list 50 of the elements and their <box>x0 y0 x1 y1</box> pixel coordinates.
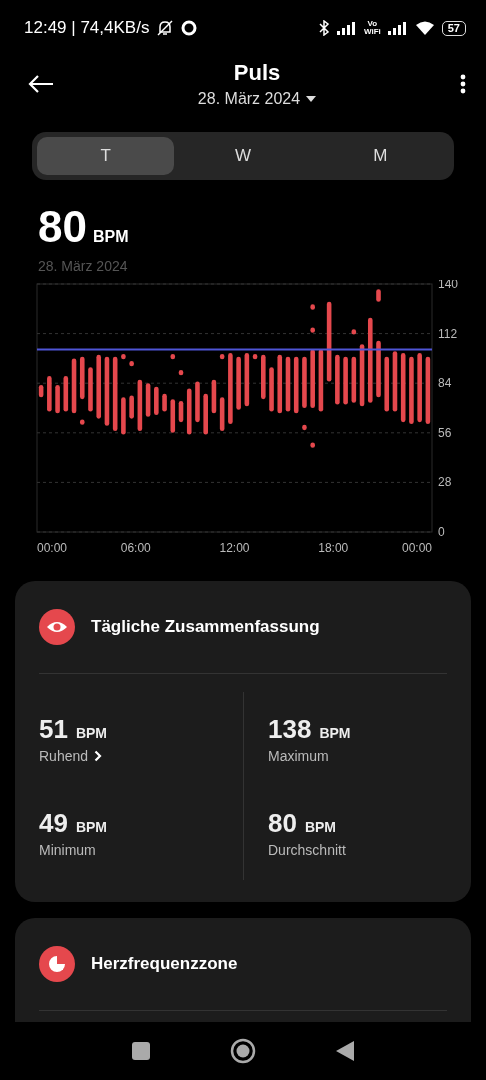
y-axis-label: 140 <box>438 280 459 291</box>
date-selector[interactable]: 28. März 2024 <box>197 90 317 108</box>
chevron-icon <box>94 750 103 762</box>
stat-label: Durchschnitt <box>268 842 347 858</box>
measurement-date: 28. März 2024 <box>38 258 129 274</box>
back-button[interactable] <box>28 75 54 93</box>
stat-link[interactable]: Ruhend <box>39 748 243 764</box>
x-axis-label: 18:00 <box>318 541 349 555</box>
signal-icon <box>336 21 357 35</box>
back-nav-button[interactable] <box>336 1041 354 1061</box>
card-title: Herzfrequenzzone <box>91 954 238 974</box>
ring-icon <box>181 20 198 36</box>
stat-unit: BPM <box>304 819 337 835</box>
stat-unit: BPM <box>319 725 351 741</box>
home-button[interactable] <box>230 1038 256 1064</box>
stat-label: Maximum <box>268 748 330 764</box>
x-axis-label: 12:00 <box>219 541 250 555</box>
caret-icon <box>306 96 317 102</box>
y-axis-label: 56 <box>438 425 452 440</box>
status-time: 12:49 | 74,4KB/s <box>24 18 150 38</box>
signal-icon <box>387 21 408 35</box>
period-tab[interactable]: M <box>311 137 449 175</box>
bluetooth-icon <box>317 20 330 36</box>
x-axis-label: 06:00 <box>120 541 151 555</box>
stat-value: 49 <box>39 808 68 839</box>
current-bpm-value: 80 <box>38 202 87 252</box>
y-axis-label: 28 <box>438 475 452 490</box>
pie-icon <box>39 946 75 982</box>
stat-unit: BPM <box>75 725 108 741</box>
card-title: Tägliche Zusammenfassung <box>91 617 320 637</box>
page-title: Puls <box>233 60 281 86</box>
muted-bell-icon <box>156 19 175 37</box>
stat-label: Minimum <box>39 842 97 858</box>
stat-value: 138 <box>268 714 312 745</box>
stat-value: 51 <box>39 714 68 745</box>
wifi-icon <box>414 20 435 36</box>
more-menu-button[interactable] <box>460 74 466 94</box>
period-tab[interactable]: T <box>37 137 175 175</box>
eye-icon <box>39 609 75 645</box>
y-axis-label: 84 <box>438 376 452 391</box>
wifi-calling-label: Vo WiFi <box>363 20 381 36</box>
x-axis-label: 00:00 <box>37 541 68 555</box>
x-axis-label: 00:00 <box>401 541 432 555</box>
bpm-unit: BPM <box>92 228 129 246</box>
battery-level: 57 <box>441 20 466 36</box>
period-tab[interactable]: W <box>174 137 312 175</box>
stat-unit: BPM <box>75 819 108 835</box>
y-axis-label: 0 <box>438 525 445 539</box>
y-axis-label: 112 <box>438 326 458 341</box>
stat-value: 80 <box>268 808 297 839</box>
